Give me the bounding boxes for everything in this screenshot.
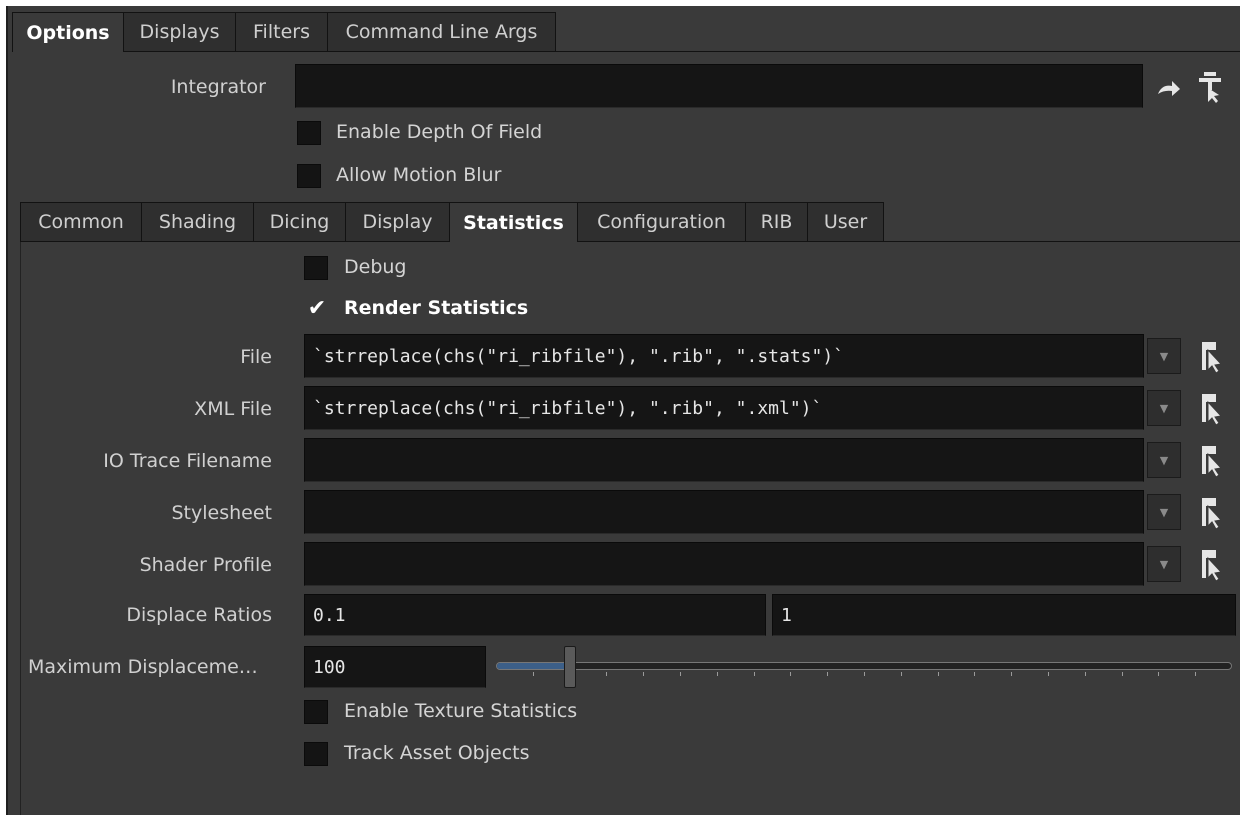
slider-tick [1011,672,1012,676]
enable-depth-of-field-label: Enable Depth Of Field [336,121,543,143]
sub-tab-divider [884,241,1240,242]
allow-motion-blur-label: Allow Motion Blur [336,164,502,186]
slider-tick [1158,672,1159,676]
stylesheet-label: Stylesheet [171,502,273,524]
slider-tick [901,672,902,676]
tab-common[interactable]: Common [20,202,142,242]
slider-tick [1048,672,1049,676]
enable-depth-of-field-checkbox[interactable] [297,121,321,145]
top-tab-divider [556,51,1240,52]
io-trace-file-chooser-icon[interactable] [1196,442,1228,478]
debug-label: Debug [344,256,407,278]
slider-track [496,662,1232,670]
xml-file-field[interactable]: `strreplace(chs("ri_ribfile"), ".rib", "… [304,386,1144,430]
displace-ratios-min-field[interactable]: 0.1 [304,594,766,636]
integrator-label: Integrator [170,76,266,98]
tab-displays[interactable]: Displays [124,12,236,52]
displace-ratios-label: Displace Ratios [126,604,272,626]
enable-texture-statistics-label: Enable Texture Statistics [344,700,578,722]
tab-shading[interactable]: Shading [142,202,254,242]
slider-tick [790,672,791,676]
top-tab-bar: Options Displays Filters Command Line Ar… [12,12,556,52]
slider-tick [974,672,975,676]
integrator-field[interactable] [295,64,1143,108]
io-trace-dropdown-button[interactable]: ▼ [1147,442,1181,478]
slider-tick [606,672,607,676]
slider-tick [1195,672,1196,676]
io-trace-filename-label: IO Trace Filename [103,450,272,472]
file-field[interactable]: `strreplace(chs("ri_ribfile"), ".rib", "… [304,334,1144,378]
slider-tick [1122,672,1123,676]
slider-tick [680,672,681,676]
track-asset-objects-checkbox[interactable] [304,742,328,766]
displace-ratios-max-field[interactable]: 1 [772,594,1236,636]
jump-arrow-icon[interactable] [1152,70,1184,106]
pin-icon[interactable] [1194,68,1226,104]
xml-file-label: XML File [194,398,272,420]
file-label: File [240,346,272,368]
xml-file-chooser-icon[interactable] [1196,390,1228,426]
stylesheet-dropdown-button[interactable]: ▼ [1147,494,1181,530]
stylesheet-file-chooser-icon[interactable] [1196,494,1228,530]
track-asset-objects-label: Track Asset Objects [344,742,530,764]
statistics-page-border [20,242,21,815]
tab-filters[interactable]: Filters [236,12,328,52]
enable-texture-statistics-checkbox[interactable] [304,700,328,724]
allow-motion-blur-checkbox[interactable] [297,164,321,188]
tab-dicing[interactable]: Dicing [254,202,346,242]
tab-user[interactable]: User [808,202,884,242]
render-statistics-check-icon[interactable]: ✔ [304,296,330,322]
slider-handle[interactable] [564,646,576,688]
slider-tick [938,672,939,676]
sub-tab-bar: Common Shading Dicing Display Statistics… [20,202,884,242]
slider-tick [864,672,865,676]
stylesheet-field[interactable] [304,490,1144,534]
slider-tick [533,672,534,676]
maximum-displacement-field[interactable]: 100 [304,646,486,688]
slider-tick [1085,672,1086,676]
io-trace-filename-field[interactable] [304,438,1144,482]
shader-profile-label: Shader Profile [139,554,272,576]
maximum-displacement-label: Maximum Displaceme… [28,656,258,678]
tab-configuration[interactable]: Configuration [578,202,746,242]
file-dropdown-button[interactable]: ▼ [1147,338,1181,374]
tab-statistics[interactable]: Statistics [450,202,578,242]
slider-tick [827,672,828,676]
tab-rib[interactable]: RIB [746,202,808,242]
slider-tick [717,672,718,676]
maximum-displacement-slider[interactable] [496,646,1232,688]
tab-display[interactable]: Display [346,202,450,242]
slider-tick [754,672,755,676]
debug-checkbox[interactable] [304,256,328,280]
shader-profile-file-chooser-icon[interactable] [1196,546,1228,582]
shader-profile-field[interactable] [304,542,1144,586]
tab-command-line-args[interactable]: Command Line Args [328,12,556,52]
render-options-panel: Options Displays Filters Command Line Ar… [6,6,1240,815]
shader-profile-dropdown-button[interactable]: ▼ [1147,546,1181,582]
tab-options[interactable]: Options [12,12,124,52]
file-chooser-icon[interactable] [1196,338,1228,374]
slider-tick [643,672,644,676]
slider-fill [497,663,569,669]
render-statistics-label: Render Statistics [344,297,529,319]
xml-file-dropdown-button[interactable]: ▼ [1147,390,1181,426]
